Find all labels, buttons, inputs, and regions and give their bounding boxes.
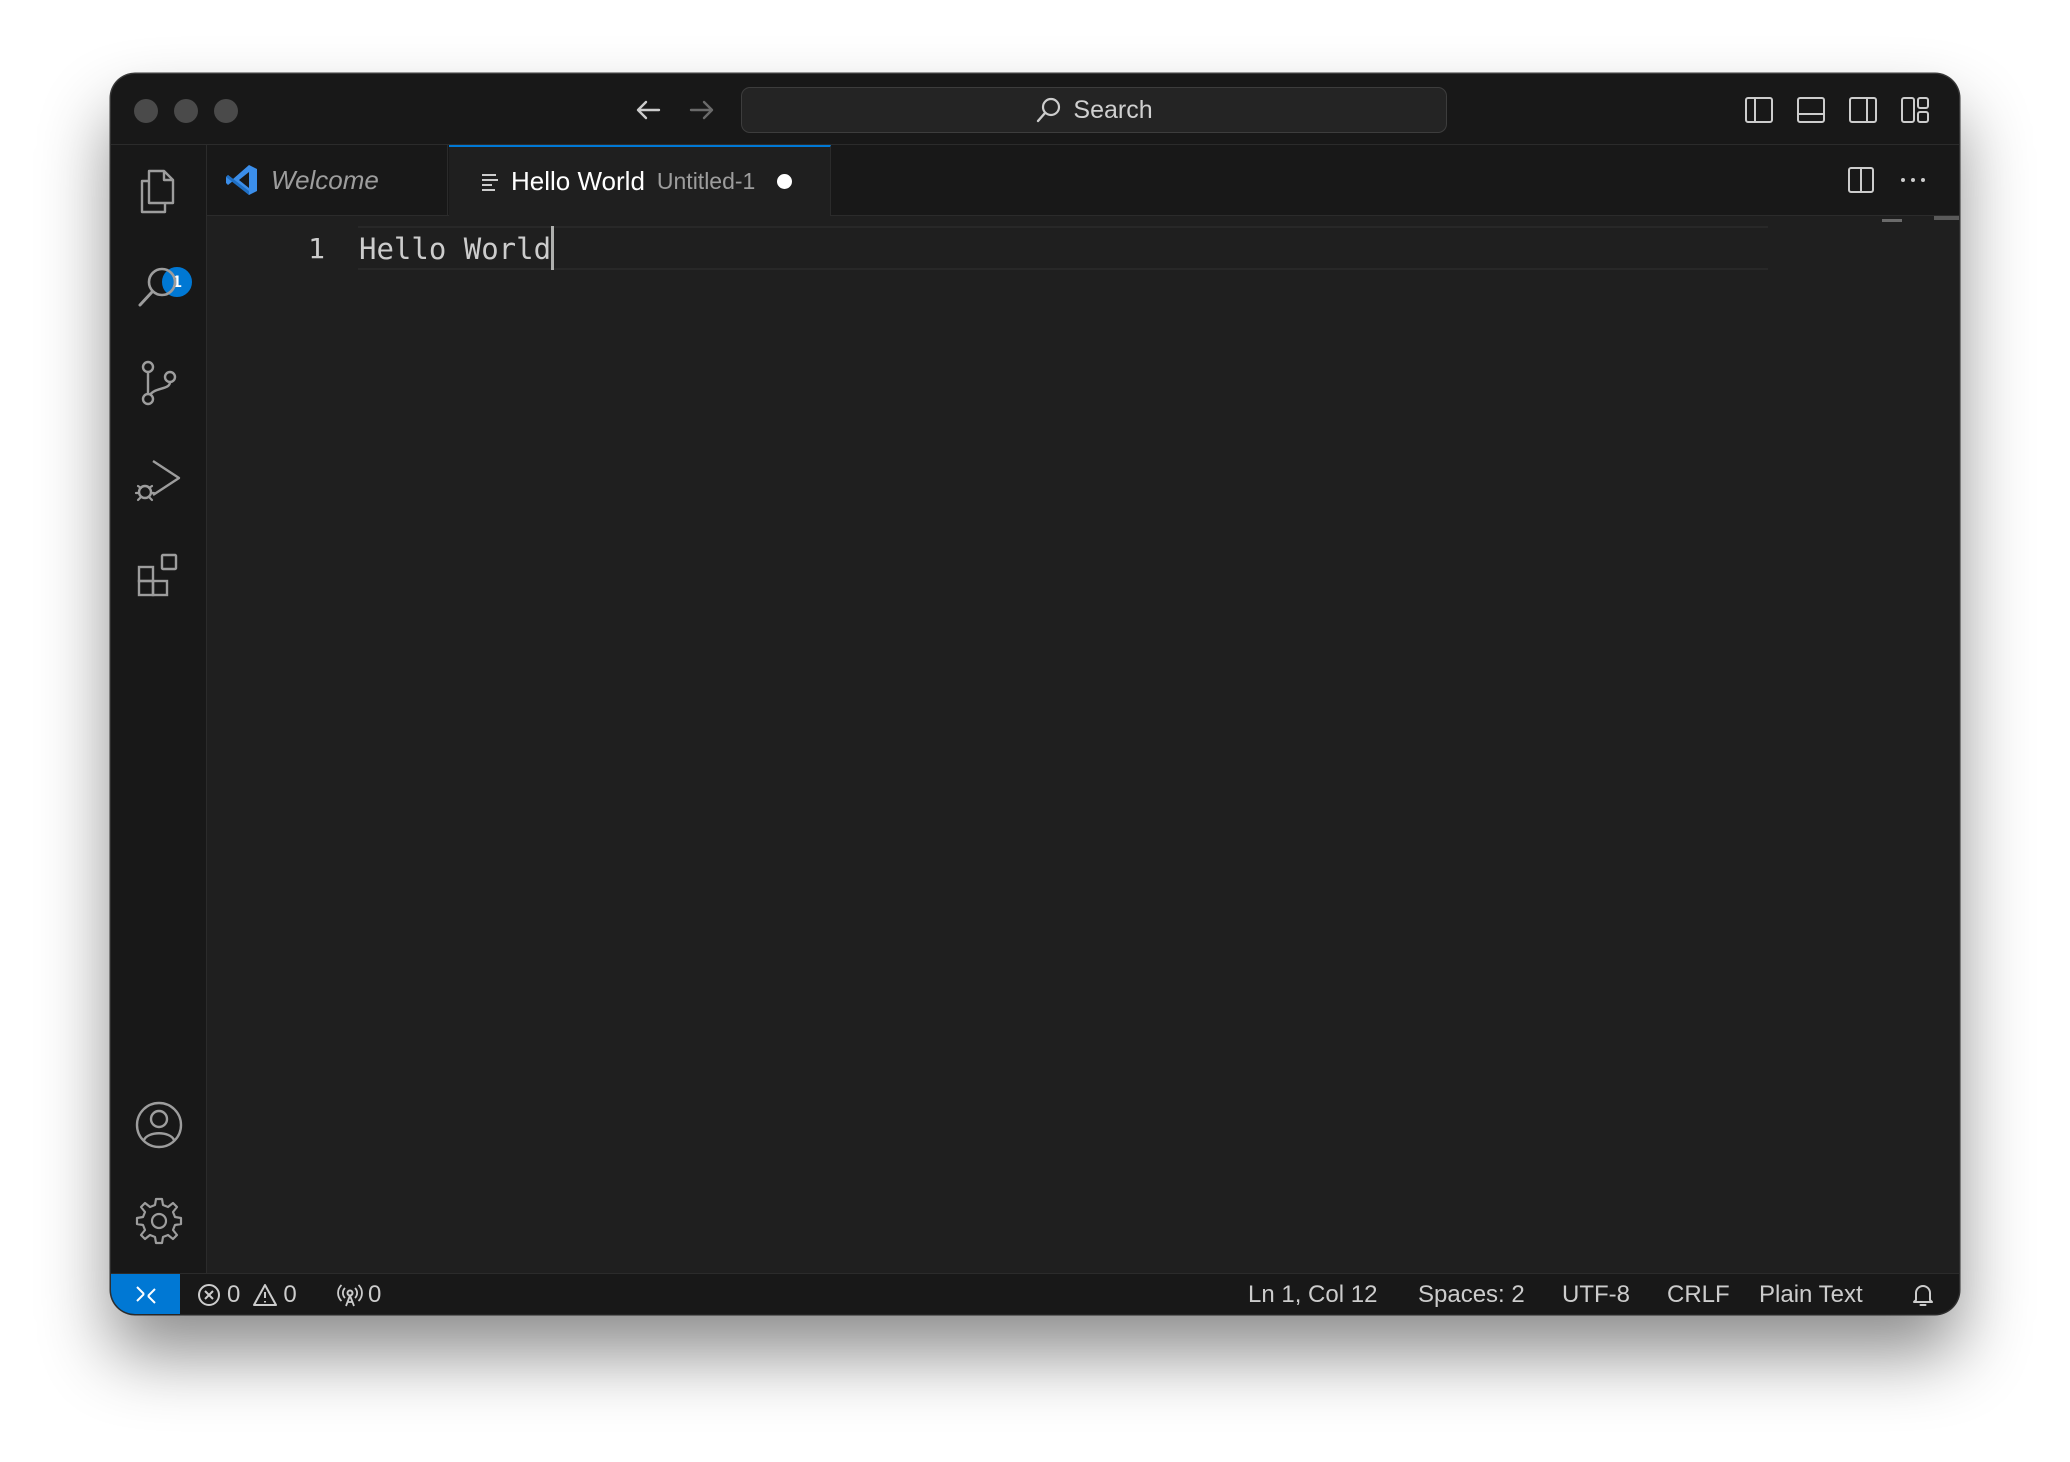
minimap[interactable] bbox=[1882, 219, 1902, 222]
close-window-button[interactable] bbox=[134, 99, 158, 123]
error-count: 0 bbox=[227, 1280, 241, 1308]
broadcast-icon bbox=[337, 1283, 363, 1306]
unsaved-changes-indicator[interactable] bbox=[777, 174, 793, 189]
activity-bar: 1 bbox=[111, 145, 207, 1273]
command-center-search[interactable]: Search bbox=[741, 87, 1447, 133]
tab-hello-world-label: Hello World bbox=[511, 166, 645, 196]
vertical-scrollbar[interactable] bbox=[1934, 216, 1959, 220]
line-number: 1 bbox=[308, 232, 325, 265]
language-mode[interactable]: Plain Text bbox=[1759, 1274, 1863, 1314]
vscode-logo-icon bbox=[226, 165, 257, 195]
more-actions-icon[interactable] bbox=[1897, 164, 1929, 196]
bell-icon bbox=[1913, 1284, 1933, 1306]
title-bar: Search bbox=[111, 74, 1959, 145]
remote-indicator-button[interactable] bbox=[111, 1274, 180, 1314]
search-label: Search bbox=[1073, 95, 1153, 124]
cursor-position[interactable]: Ln 1, Col 12 bbox=[1248, 1274, 1377, 1314]
ports-indicator[interactable]: 0 bbox=[337, 1274, 381, 1314]
go-back-icon[interactable] bbox=[631, 92, 667, 128]
tab-hello-world-description: Untitled-1 bbox=[656, 168, 756, 194]
minimize-window-button[interactable] bbox=[174, 99, 198, 123]
code-line-text: Hello World bbox=[359, 232, 552, 266]
remote-icon bbox=[135, 1285, 156, 1304]
go-forward-icon[interactable] bbox=[683, 92, 719, 128]
tab-hello-world[interactable]: Hello World Untitled-1 bbox=[449, 145, 831, 216]
plain-text-file-icon bbox=[482, 173, 498, 191]
indentation-setting[interactable]: Spaces: 2 bbox=[1418, 1274, 1525, 1314]
warning-count: 0 bbox=[283, 1280, 297, 1308]
error-icon bbox=[198, 1283, 220, 1306]
editor-area[interactable]: 1 Hello World bbox=[207, 216, 1959, 1273]
end-of-line-sequence[interactable]: CRLF bbox=[1667, 1274, 1730, 1314]
text-cursor bbox=[551, 226, 555, 270]
toggle-secondary-sidebar-icon[interactable] bbox=[1847, 94, 1879, 126]
editor-tab-bar: Welcome Hello World Untitled-1 bbox=[207, 145, 1959, 216]
customize-layout-icon[interactable] bbox=[1899, 94, 1931, 126]
toggle-primary-sidebar-icon[interactable] bbox=[1743, 94, 1775, 126]
problems-indicator[interactable]: 0 0 bbox=[196, 1274, 297, 1314]
split-editor-icon[interactable] bbox=[1845, 164, 1877, 196]
code-line-1[interactable]: Hello World bbox=[359, 226, 555, 270]
accounts-icon[interactable] bbox=[133, 1099, 185, 1151]
maximize-window-button[interactable] bbox=[214, 99, 238, 123]
vscode-window: Search 1 Welcome Hello World Untitled-1 … bbox=[111, 74, 1959, 1314]
ports-count: 0 bbox=[368, 1280, 382, 1308]
search-view-icon[interactable] bbox=[133, 261, 185, 313]
explorer-icon[interactable] bbox=[133, 165, 185, 217]
current-line-highlight bbox=[358, 226, 1768, 270]
search-icon bbox=[1037, 97, 1061, 123]
tab-welcome-label: Welcome bbox=[271, 164, 379, 195]
file-encoding[interactable]: UTF-8 bbox=[1562, 1274, 1630, 1314]
run-and-debug-icon[interactable] bbox=[133, 453, 185, 505]
warning-icon bbox=[253, 1283, 278, 1306]
status-bar: 0 0 0 Ln 1, Col 12 Spaces: 2 UTF-8 CRLF … bbox=[111, 1273, 1959, 1314]
source-control-icon[interactable] bbox=[133, 357, 185, 409]
notifications-button[interactable] bbox=[1910, 1274, 1941, 1314]
tab-welcome[interactable]: Welcome bbox=[207, 145, 448, 215]
toggle-panel-icon[interactable] bbox=[1795, 94, 1827, 126]
manage-gear-icon[interactable] bbox=[133, 1195, 185, 1247]
extensions-icon[interactable] bbox=[133, 549, 185, 601]
